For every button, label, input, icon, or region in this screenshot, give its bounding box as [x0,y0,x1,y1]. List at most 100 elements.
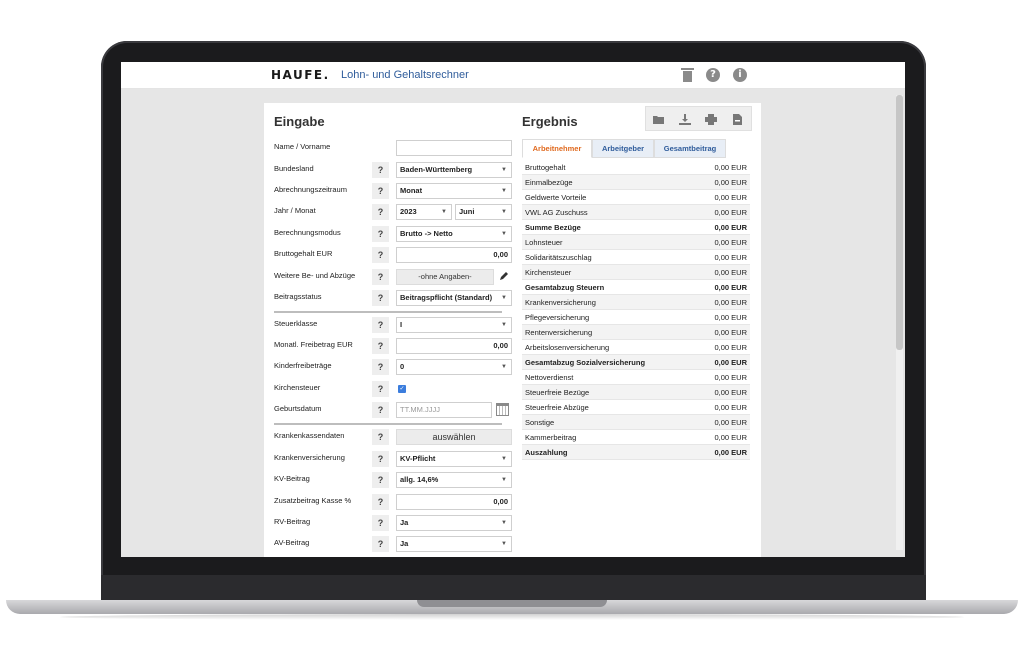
krankenversicherung-label: Krankenversicherung [274,453,345,462]
geburtsdatum-input[interactable]: TT.MM.JJJJ [396,402,492,418]
result-value: 0,00 EUR [714,298,747,307]
result-value: 0,00 EUR [714,388,747,397]
row-bundesland: Bundesland ? Baden-Württemberg ▼ [274,160,512,180]
auswaehlen-button[interactable]: auswählen [396,429,512,445]
krankenversicherung-select[interactable]: KV-Pflicht ▼ [396,451,512,467]
row-berechnungsmodus: Berechnungsmodus ? Brutto -> Netto ▼ [274,224,512,244]
help-bruttogehalt-icon[interactable]: ? [372,247,389,263]
scrollbar-thumb[interactable] [896,95,903,350]
result-label: Nettoverdienst [525,373,574,382]
chevron-down-icon: ▼ [441,209,447,215]
help-krankenversicherung-icon[interactable]: ? [372,451,389,467]
rv-beitrag-value: Ja [400,518,409,527]
help-rv-beitrag-icon[interactable]: ? [372,515,389,531]
result-label: Arbeitslosenversicherung [525,343,610,352]
beitragsstatus-label: Beitragsstatus [274,292,322,301]
result-label: Kammerbeitrag [525,433,577,442]
av-beitrag-select[interactable]: Ja ▼ [396,536,512,552]
kinderfreibetraege-select[interactable]: 0 ▼ [396,359,512,375]
name-input[interactable] [396,140,512,156]
berechnungsmodus-select[interactable]: Brutto -> Netto ▼ [396,226,512,242]
kv-beitrag-select[interactable]: allg. 14,6% ▼ [396,472,512,488]
result-value: 0,00 EUR [714,223,747,232]
zusatzbeitrag-input[interactable]: 0,00 [396,494,512,510]
row-rv-beitrag: RV-Beitrag ? Ja ▼ [274,513,512,533]
help-kirchensteuer-icon[interactable]: ? [372,381,389,397]
help-kinderfreibetraege-icon[interactable]: ? [372,359,389,375]
jahr-monat-label: Jahr / Monat [274,206,316,215]
result-row: Lohnsteuer 0,00 EUR [522,235,750,250]
help-jahr-monat-icon[interactable]: ? [372,204,389,220]
result-value: 0,00 EUR [714,193,747,202]
pencil-icon[interactable] [499,271,509,281]
help-weitere-icon[interactable]: ? [372,269,389,285]
row-abrechnungszeitraum: Abrechnungszeitraum ? Monat ▼ [274,181,512,201]
result-row: Nettoverdienst 0,00 EUR [522,370,750,385]
help-zusatzbeitrag-icon[interactable]: ? [372,494,389,510]
laptop-chin [101,575,926,601]
calculator-panel: Eingabe Name / Vorname Bundesland ? Bade… [264,103,761,557]
bruttogehalt-label: Bruttogehalt EUR [274,249,333,258]
result-value: 0,00 EUR [714,358,747,367]
page-scrollbar[interactable] [896,95,903,550]
result-label: VWL AG Zuschuss [525,208,588,217]
print-icon[interactable] [705,114,717,125]
help-bundesland-icon[interactable]: ? [372,162,389,178]
av-beitrag-label: AV-Beitrag [274,538,310,547]
bruttogehalt-input[interactable]: 0,00 [396,247,512,263]
row-krankenversicherung: Krankenversicherung ? KV-Pflicht ▼ [274,449,512,469]
help-freibetrag-icon[interactable]: ? [372,338,389,354]
weitere-label: Weitere Be- und Abzüge [274,271,356,280]
help-krankenkassendaten-icon[interactable]: ? [372,429,389,445]
rv-beitrag-select[interactable]: Ja ▼ [396,515,512,531]
result-row: Rentenversicherung 0,00 EUR [522,325,750,340]
steuerklasse-label: Steuerklasse [274,319,318,328]
steuerklasse-select[interactable]: I ▼ [396,317,512,333]
krankenversicherung-value: KV-Pflicht [400,454,436,463]
row-kinderfreibetraege: Kinderfreibeträge ? 0 ▼ [274,357,512,377]
result-label: Gesamtabzug Steuern [525,283,605,292]
month-select[interactable]: Juni ▼ [455,204,512,220]
row-jahr-monat: Jahr / Monat ? 2023 ▼ Juni ▼ [274,202,512,222]
folder-open-icon[interactable] [653,114,665,125]
section-divider [274,311,502,313]
info-icon[interactable]: i [733,68,747,82]
chevron-down-icon: ▼ [501,477,507,483]
chevron-down-icon: ▼ [501,322,507,328]
abrechnungszeitraum-select[interactable]: Monat ▼ [396,183,512,199]
help-berechnungsmodus-icon[interactable]: ? [372,226,389,242]
calendar-icon[interactable] [496,403,509,416]
result-value: 0,00 EUR [714,433,747,442]
freibetrag-input[interactable]: 0,00 [396,338,512,354]
help-abrechnungszeitraum-icon[interactable]: ? [372,183,389,199]
result-label: Bruttogehalt [525,163,566,172]
beitragsstatus-select[interactable]: Beitragspflicht (Standard) ▼ [396,290,512,306]
help-beitragsstatus-icon[interactable]: ? [372,290,389,306]
help-av-beitrag-icon[interactable]: ? [372,536,389,552]
kirchensteuer-checkbox[interactable]: ✓ [398,385,406,393]
result-value: 0,00 EUR [714,238,747,247]
trash-icon[interactable] [681,68,694,82]
pdf-icon[interactable] [731,114,743,125]
result-label: Pflegeversicherung [525,313,590,322]
chevron-down-icon: ▼ [501,188,507,194]
result-row: Steuerfreie Abzüge 0,00 EUR [522,400,750,415]
weitere-button[interactable]: -ohne Angaben- [396,269,494,285]
help-steuerklasse-icon[interactable]: ? [372,317,389,333]
result-value: 0,00 EUR [714,328,747,337]
result-value: 0,00 EUR [714,448,747,457]
result-row: Gesamtabzug Steuern 0,00 EUR [522,280,750,295]
help-kv-beitrag-icon[interactable]: ? [372,472,389,488]
bundesland-select[interactable]: Baden-Württemberg ▼ [396,162,512,178]
help-icon[interactable]: ? [706,68,720,82]
result-row: Bruttogehalt 0,00 EUR [522,160,750,175]
tab-arbeitnehmer[interactable]: Arbeitnehmer [522,139,592,158]
geburtsdatum-label: Geburtsdatum [274,404,322,413]
help-geburtsdatum-icon[interactable]: ? [372,402,389,418]
month-value: Juni [459,207,475,216]
bundesland-label: Bundesland [274,164,314,173]
download-icon[interactable] [679,114,691,125]
year-select[interactable]: 2023 ▼ [396,204,452,220]
tab-gesamtbeitrag[interactable]: Gesamtbeitrag [654,139,726,158]
tab-arbeitgeber[interactable]: Arbeitgeber [592,139,654,158]
